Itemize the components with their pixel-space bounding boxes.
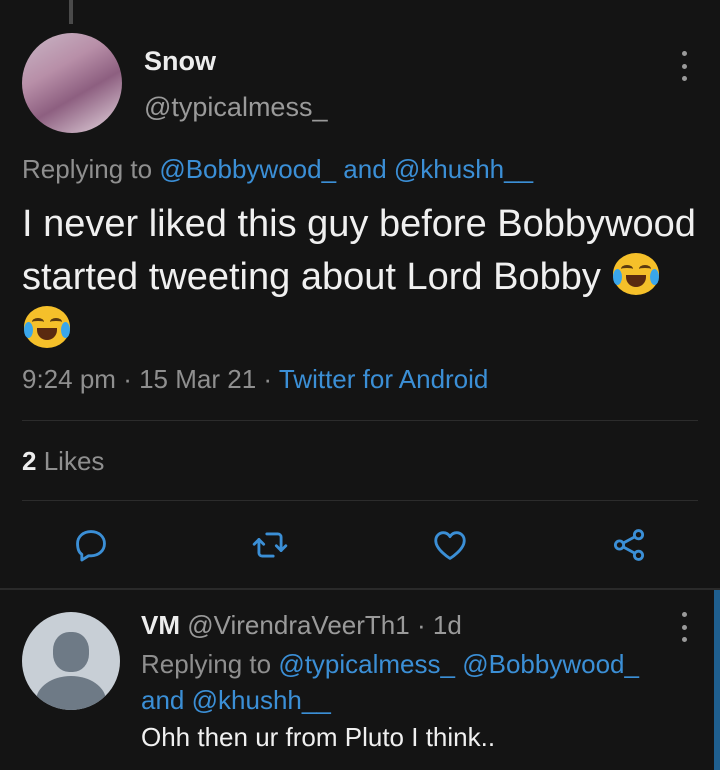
retweet-icon[interactable] — [251, 526, 289, 564]
mention-link[interactable]: @Bobbywood_ — [462, 649, 639, 679]
tweet-meta: 9:24 pm · 15 Mar 21 · Twitter for Androi… — [22, 364, 488, 395]
reply-age: 1d — [432, 610, 462, 640]
likes-number: 2 — [22, 446, 37, 476]
tweet-time: 9:24 pm — [22, 364, 116, 394]
mention-link[interactable]: @Bobbywood_ — [159, 154, 336, 184]
tweet-text: I never liked this guy before Bobbywood … — [22, 198, 702, 357]
reply-handle[interactable]: @VirendraVeerTh1 — [187, 610, 410, 640]
tweet-body: I never liked this guy before Bobbywood … — [22, 203, 696, 298]
divider — [22, 420, 698, 421]
replying-prefix: Replying to — [141, 649, 272, 679]
replying-to: Replying to @typicalmess_ @Bobbywood_ an… — [141, 646, 681, 718]
tweet-source-link[interactable]: Twitter for Android — [279, 364, 489, 394]
more-options-icon[interactable] — [677, 612, 691, 642]
reply-header: VM @VirendraVeerTh1 · 1d — [141, 610, 462, 641]
mention-link[interactable]: @khushh__ — [394, 154, 533, 184]
mention-link[interactable]: @typicalmess_ — [278, 649, 455, 679]
display-name[interactable]: Snow — [144, 46, 216, 77]
mention-link[interactable]: @khushh__ — [192, 685, 331, 715]
meta-separator: · — [416, 610, 426, 640]
likes-label: Likes — [43, 446, 105, 476]
replying-prefix: Replying to — [22, 154, 153, 184]
tears-of-joy-emoji-icon — [613, 253, 660, 295]
likes-count[interactable]: 2 Likes — [22, 446, 104, 477]
tweet-date: 15 Mar 21 — [139, 364, 257, 394]
reply-accent-bar — [714, 590, 720, 770]
reply-icon[interactable] — [72, 526, 110, 564]
share-icon[interactable] — [610, 526, 648, 564]
default-avatar-icon[interactable] — [22, 612, 120, 710]
replying-to: Replying to @Bobbywood_ and @khushh__ — [22, 154, 533, 185]
avatar[interactable] — [22, 33, 122, 133]
reply-display-name[interactable]: VM — [141, 610, 180, 640]
tears-of-joy-emoji-icon — [24, 306, 70, 348]
meta-separator: · — [123, 364, 132, 394]
divider — [22, 500, 698, 501]
reply-text: Ohh then ur from Pluto I think.. — [141, 722, 496, 752]
mention-and: and — [141, 685, 185, 715]
reply-tweet[interactable]: VM @VirendraVeerTh1 · 1d Replying to @ty… — [0, 590, 720, 770]
handle[interactable]: @typicalmess_ — [144, 92, 327, 123]
more-options-icon[interactable] — [677, 51, 691, 81]
like-icon[interactable] — [431, 526, 469, 564]
mention-and: and — [343, 154, 387, 184]
meta-separator: · — [263, 364, 273, 394]
main-tweet: Snow @typicalmess_ Replying to @Bobbywoo… — [0, 0, 720, 588]
